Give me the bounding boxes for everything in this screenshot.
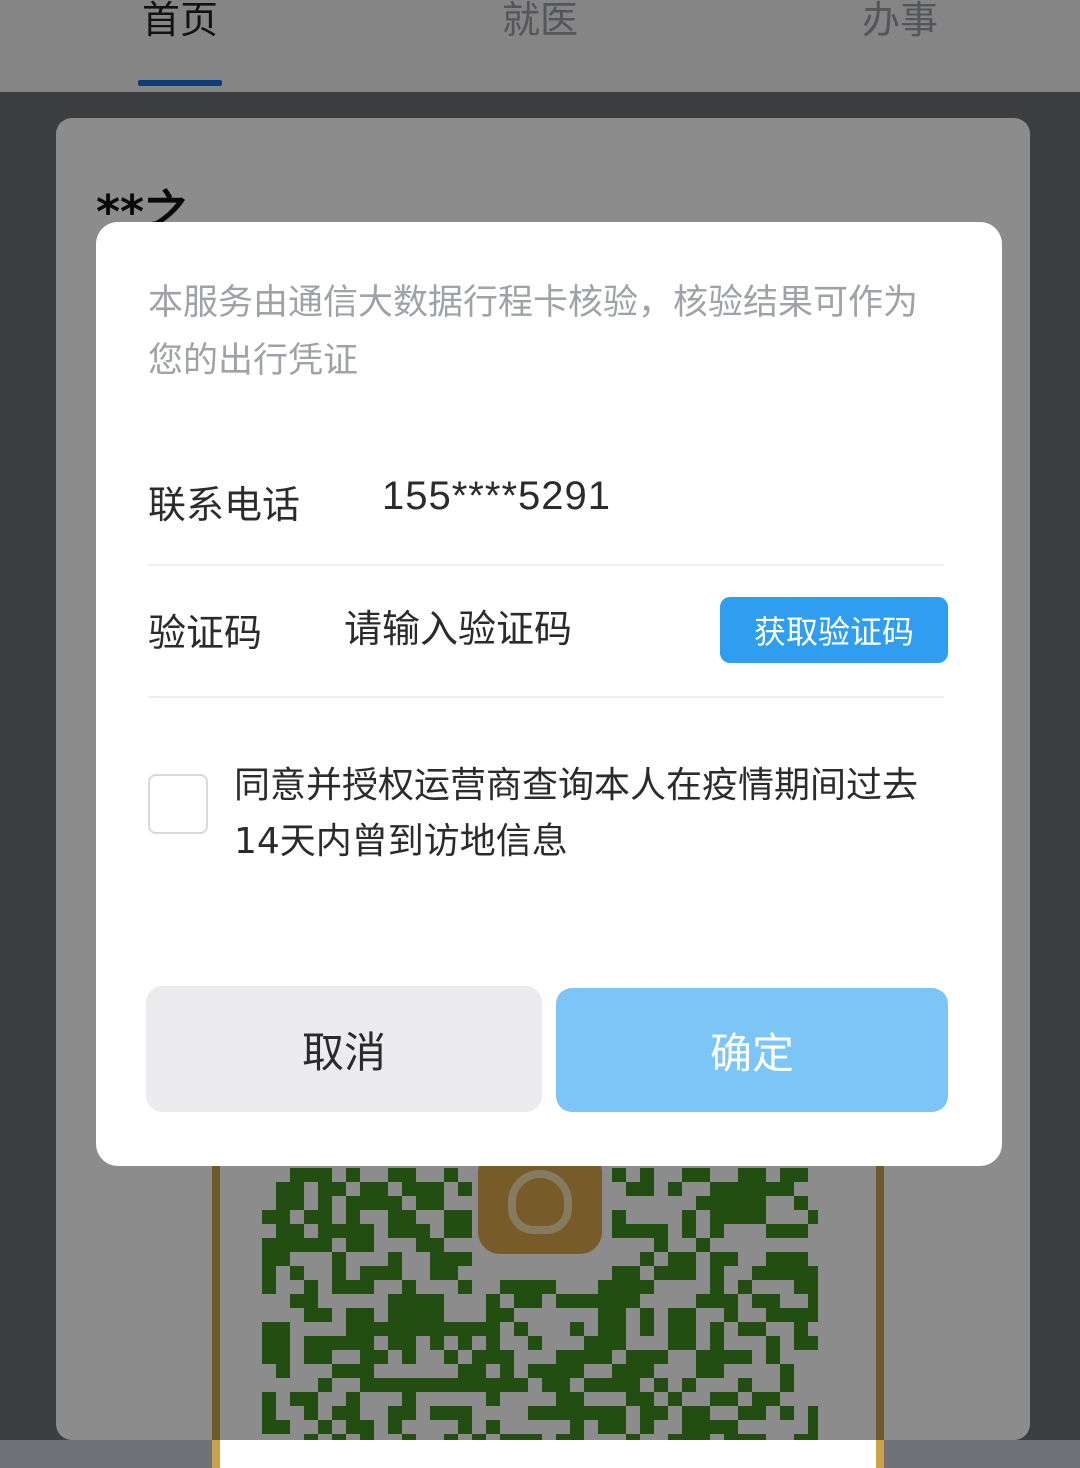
agree-text: 同意并授权运营商查询本人在疫情期间过去14天内曾到访地信息	[234, 765, 919, 862]
code-label: 验证码	[148, 611, 263, 655]
divider	[148, 564, 944, 566]
verification-code-input[interactable]	[342, 600, 706, 658]
divider	[148, 696, 944, 698]
cancel-button[interactable]: 取消	[146, 986, 542, 1112]
verification-dialog: 本服务由通信大数据行程卡核验，核验结果可作为您的出行凭证 联系电话 155***…	[96, 222, 1002, 1166]
phone-number: 155****5291	[382, 474, 611, 518]
agree-checkbox[interactable]	[148, 774, 208, 834]
get-code-button[interactable]: 获取验证码	[720, 597, 948, 663]
phone-label: 联系电话	[148, 483, 301, 527]
confirm-button[interactable]: 确定	[556, 988, 948, 1112]
service-notice: 本服务由通信大数据行程卡核验，核验结果可作为您的出行凭证	[148, 283, 919, 381]
